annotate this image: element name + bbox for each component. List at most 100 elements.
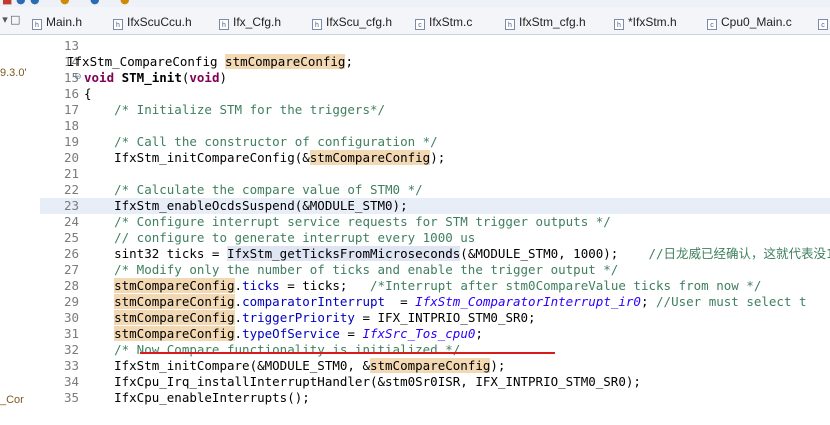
file-h-icon: h — [113, 19, 123, 30]
tab-main-h[interactable]: h Main.h — [32, 10, 82, 34]
file-h-icon: h — [219, 19, 229, 30]
line-number: 31 — [64, 326, 80, 341]
code-text: stmCompareConfig.triggerPriority = IFX_I… — [114, 310, 536, 325]
red-annotation-underline — [140, 352, 555, 354]
line-number: 27 — [64, 262, 80, 277]
toolbar-icon[interactable]: ● — [16, 0, 26, 6]
code-line: 22 /* Calculate the compare value of STM… — [40, 182, 830, 198]
tab-label: IfxScuCcu.h — [127, 15, 192, 29]
tab-overflow[interactable]: c — [818, 10, 830, 34]
toolbar-icon[interactable]: ● — [90, 0, 100, 6]
toolbar-strip: ■ ● ● ● ● ● — [0, 0, 830, 7]
toolbar-icon[interactable]: ● — [60, 0, 70, 6]
file-c-icon: c — [415, 19, 425, 30]
line-number: 24 — [64, 214, 80, 229]
line-number: 25 — [64, 230, 80, 245]
code-text: stmCompareConfig.comparatorInterrupt = I… — [114, 294, 807, 309]
code-line: 25 // configure to generate interrupt ev… — [40, 230, 830, 246]
line-number: 32 — [64, 342, 80, 357]
file-h-icon: h — [505, 19, 515, 30]
code-text: /* Call the constructor of configuration… — [84, 134, 438, 149]
code-line: 29 stmCompareConfig.comparatorInterrupt … — [40, 294, 830, 310]
line-number: 35 — [64, 390, 80, 405]
line-number: 33 — [64, 358, 80, 373]
toolbar-icon[interactable]: ● — [120, 0, 130, 6]
line-number: 16 — [64, 86, 80, 101]
tab-label: IfxStm.c — [429, 15, 473, 29]
line-number: 28 — [64, 278, 80, 293]
tab-ifxstm-cfg-h[interactable]: h IfxStm_cfg.h — [505, 10, 586, 34]
code-line: 13 — [40, 38, 830, 54]
tab-ifxstm-h-dirty[interactable]: h *IfxStm.h — [614, 10, 677, 34]
code-text: /* Now Compare functionality is initiali… — [84, 342, 461, 357]
tab-label: Main.h — [46, 15, 83, 29]
toolbar-icon[interactable]: ■ — [2, 0, 12, 6]
code-line: 34 IfxCpu_Irq_installInterruptHandler(&s… — [40, 374, 830, 390]
code-line: 24 /* Configure interrupt service reques… — [40, 214, 830, 230]
code-line: 18 — [40, 118, 830, 134]
code-line: 26 sint32 ticks = IfxStm_getTicksFromMic… — [40, 246, 830, 262]
code-line: 19 /* Call the constructor of configurat… — [40, 134, 830, 150]
tab-label: *IfxStm.h — [628, 15, 677, 29]
code-text: stmCompareConfig.typeOfService = IfxSrc_… — [114, 326, 483, 341]
maximize-icon[interactable]: □ — [10, 13, 20, 26]
code-text: IfxStm_enableOcdsSuspend(&MODULE_STM0); — [84, 198, 408, 213]
tab-ifx-cfg-h[interactable]: h Ifx_Cfg.h — [219, 10, 281, 34]
line-number: 21 — [64, 166, 80, 181]
file-h-icon: h — [614, 19, 624, 30]
file-c-icon: c — [707, 19, 717, 30]
toolbar-icon[interactable]: ● — [30, 0, 40, 6]
code-line: 17 /* Initialize STM for the triggers*/ — [40, 102, 830, 118]
code-line: 20 IfxStm_initCompareConfig(&stmCompareC… — [40, 150, 830, 166]
code-line: 15 ⊖ void STM_init(void) — [40, 70, 830, 86]
explorer-item-fragment[interactable]: 9.3.0' — [0, 67, 27, 79]
file-h-icon: h — [312, 19, 322, 30]
line-number: 30 — [64, 310, 80, 325]
code-line: 33 IfxStm_initCompare(&MODULE_STM0, &stm… — [40, 358, 830, 374]
code-text: /* Configure interrupt service requests … — [84, 214, 611, 229]
explorer-item-fragment[interactable]: _Cor — [0, 394, 24, 406]
code-line: 16 { — [40, 86, 830, 102]
code-line: 14 IfxStm_CompareConfig stmCompareConfig… — [40, 54, 830, 70]
tab-label: IfxScu_cfg.h — [326, 15, 393, 29]
fold-minus-icon[interactable]: ⊖ — [74, 72, 82, 82]
tab-label: IfxStm_cfg.h — [519, 15, 586, 29]
line-number: 20 — [64, 150, 80, 165]
file-c-icon: c — [818, 19, 828, 30]
editor-tab-bar: ▾ □ h Main.h h IfxScuCcu.h h Ifx_Cfg.h h IfxS… — [0, 7, 830, 35]
code-text: sint32 ticks = IfxStm_getTicksFromMicros… — [84, 246, 830, 261]
code-line: 28 stmCompareConfig.ticks = ticks; /*Int… — [40, 278, 830, 294]
code-line: 35 IfxCpu_enableInterrupts(); — [40, 390, 830, 406]
line-number: 18 — [64, 118, 80, 133]
code-text: IfxCpu_Irq_installInterruptHandler(&stm0… — [84, 374, 641, 389]
minimize-icon[interactable]: ▾ — [0, 13, 10, 26]
line-number: 13 — [64, 38, 80, 53]
code-text: stmCompareConfig.ticks = ticks; /*Interr… — [114, 278, 762, 293]
code-text: { — [84, 86, 92, 101]
line-number: 19 — [64, 134, 80, 149]
code-text: // configure to generate interrupt every… — [84, 230, 476, 245]
line-number: 26 — [64, 246, 80, 261]
code-text: IfxStm_initCompare(&MODULE_STM0, &stmCom… — [84, 358, 506, 373]
code-text: IfxStm_CompareConfig stmCompareConfig; — [67, 54, 353, 69]
code-editor[interactable]: 13 14 IfxStm_CompareConfig stmCompareCon… — [40, 35, 830, 425]
code-text: IfxStm_initCompareConfig(&stmCompareConf… — [84, 150, 446, 165]
code-text: /* Initialize STM for the triggers*/ — [84, 102, 386, 117]
code-line: 30 stmCompareConfig.triggerPriority = IF… — [40, 310, 830, 326]
code-line-current: 23 IfxStm_enableOcdsSuspend(&MODULE_STM0… — [40, 198, 830, 214]
tab-ifxscu-cfg-h[interactable]: h IfxScu_cfg.h — [312, 10, 392, 34]
tab-cpu0-main-c[interactable]: c Cpu0_Main.c — [707, 10, 792, 34]
code-line: 27 /* Modify only the number of ticks an… — [40, 262, 830, 278]
tab-ifxstm-c[interactable]: c IfxStm.c — [415, 10, 472, 34]
code-text: /* Modify only the number of ticks and e… — [84, 262, 619, 277]
line-number: 23 — [64, 198, 80, 213]
code-line: 31 stmCompareConfig.typeOfService = IfxS… — [40, 326, 830, 342]
tab-label: Ifx_Cfg.h — [233, 15, 282, 29]
code-text: IfxCpu_enableInterrupts(); — [84, 390, 310, 405]
code-line: 32 /* Now Compare functionality is initi… — [40, 342, 830, 358]
project-explorer-fragment: 9.3.0' _Cor — [0, 35, 40, 425]
tab-ifxscuccu-h[interactable]: h IfxScuCcu.h — [113, 10, 192, 34]
line-number: 22 — [64, 182, 80, 197]
view-controls: ▾ □ — [0, 13, 20, 26]
tab-label: Cpu0_Main.c — [721, 15, 792, 29]
